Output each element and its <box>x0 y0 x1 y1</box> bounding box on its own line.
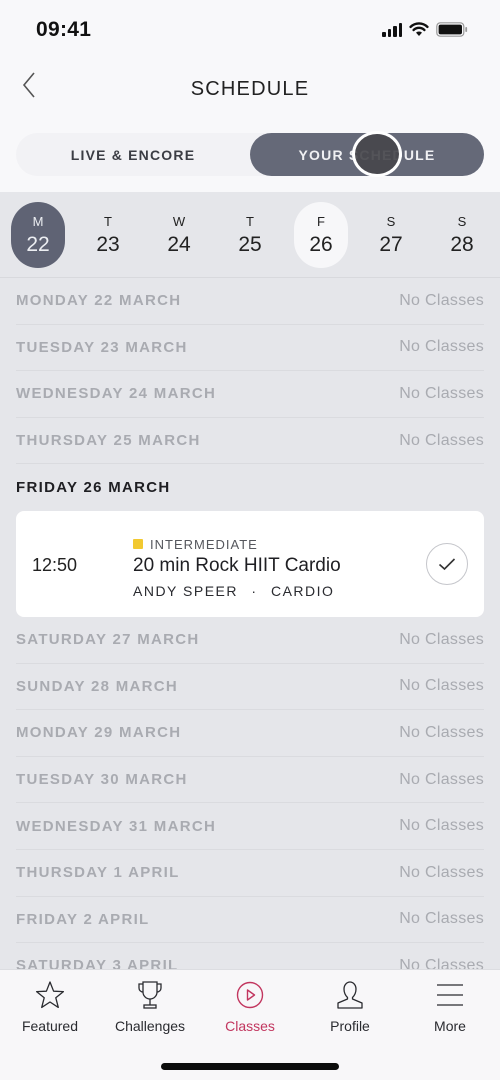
day-row-status: No Classes <box>399 677 484 695</box>
day-letter: M <box>32 214 44 229</box>
day-row-status: No Classes <box>399 910 484 928</box>
day-letter: W <box>172 214 186 229</box>
day-number: 25 <box>238 233 262 256</box>
battery-icon <box>436 22 468 37</box>
day-row: WEDNESDAY 24 MARCH No Classes <box>16 371 484 418</box>
day-26[interactable]: F 26 <box>294 202 348 268</box>
status-icons <box>382 22 468 37</box>
day-number: 26 <box>309 233 333 256</box>
day-row: WEDNESDAY 31 MARCH No Classes <box>16 803 484 850</box>
tab-label: Featured <box>21 1018 79 1034</box>
day-row-date: MONDAY 22 MARCH <box>16 292 182 310</box>
booked-toggle-button[interactable] <box>426 542 468 585</box>
day-row-status: No Classes <box>399 630 484 648</box>
day-row-date: WEDNESDAY 24 MARCH <box>16 385 217 403</box>
day-row: THURSDAY 1 APRIL No Classes <box>16 850 484 897</box>
day-number: 28 <box>450 233 474 256</box>
day-row-date: TUESDAY 30 MARCH <box>16 771 188 789</box>
tab-label: More <box>434 1018 466 1034</box>
day-row-status: No Classes <box>399 431 484 449</box>
signal-icon <box>382 22 402 37</box>
tab-more[interactable]: More <box>400 978 500 1034</box>
wifi-icon <box>409 22 429 36</box>
day-row: SATURDAY 27 MARCH No Classes <box>16 617 484 664</box>
week-strip: M 22 T 23 W 24 T 25 F 26 S 27 S 28 <box>0 192 500 278</box>
day-24[interactable]: W 24 <box>152 202 206 268</box>
checkmark-icon <box>438 558 456 571</box>
day-row-status: No Classes <box>399 291 484 309</box>
class-card[interactable]: 12:50 INTERMEDIATE 20 min Rock HIIT Card… <box>16 510 484 617</box>
day-row: TUESDAY 30 MARCH No Classes <box>16 757 484 804</box>
day-25[interactable]: T 25 <box>223 202 277 268</box>
tab-label: Profile <box>330 1018 370 1034</box>
day-row-date: SUNDAY 28 MARCH <box>16 677 179 695</box>
day-number: 22 <box>26 233 50 256</box>
schedule-list: MONDAY 22 MARCH No Classes TUESDAY 23 MA… <box>0 278 500 990</box>
day-letter: T <box>246 214 254 229</box>
day-row: TUESDAY 23 MARCH No Classes <box>16 325 484 372</box>
tab-classes[interactable]: Classes <box>200 978 300 1034</box>
schedule-segmented-control: LIVE & ENCORE YOUR SCHEDULE <box>16 133 484 176</box>
day-row-status: No Classes <box>399 384 484 402</box>
day-row-date: THURSDAY 1 APRIL <box>16 864 180 882</box>
home-indicator <box>161 1063 339 1070</box>
tab-featured[interactable]: Featured <box>0 978 100 1034</box>
class-category: CARDIO <box>270 582 335 599</box>
tab-profile[interactable]: Profile <box>300 978 400 1034</box>
play-circle-icon <box>236 981 264 1009</box>
day-row-status: No Classes <box>399 817 484 835</box>
day-heading: FRIDAY 26 MARCH <box>16 464 484 511</box>
page-title: SCHEDULE <box>190 78 310 100</box>
day-letter: F <box>317 214 325 229</box>
menu-icon <box>437 984 463 1006</box>
day-heading-date: FRIDAY 26 MARCH <box>16 479 171 497</box>
status-bar: 09:41 <box>0 0 500 60</box>
class-meta: ANDY SPEER · CARDIO <box>133 583 334 599</box>
level-indicator-icon <box>133 539 143 550</box>
day-row-status: No Classes <box>399 863 484 881</box>
day-row-date: MONDAY 29 MARCH <box>16 724 182 742</box>
star-icon <box>35 981 65 1009</box>
day-number: 27 <box>379 233 403 256</box>
tab-your-schedule[interactable]: YOUR SCHEDULE <box>250 133 484 176</box>
day-row: THURSDAY 25 MARCH No Classes <box>16 418 484 465</box>
class-time: 12:50 <box>32 554 78 575</box>
day-row-status: No Classes <box>399 723 484 741</box>
tab-live-encore[interactable]: LIVE & ENCORE <box>16 133 250 176</box>
status-time: 09:41 <box>36 18 92 41</box>
day-letter: S <box>386 214 396 229</box>
day-row: FRIDAY 2 APRIL No Classes <box>16 897 484 944</box>
trophy-icon <box>138 981 162 1009</box>
day-28[interactable]: S 28 <box>435 202 489 268</box>
class-level: INTERMEDIATE <box>133 537 258 552</box>
day-number: 24 <box>167 233 191 256</box>
person-icon <box>337 981 363 1009</box>
day-27[interactable]: S 27 <box>364 202 418 268</box>
meta-separator: · <box>251 582 258 599</box>
tab-label: Challenges <box>114 1018 186 1034</box>
header: SCHEDULE LIVE & ENCORE YOUR SCHEDULE <box>0 60 500 192</box>
class-instructor: ANDY SPEER <box>133 582 238 599</box>
class-level-label: INTERMEDIATE <box>150 536 258 552</box>
tab-label: Classes <box>225 1018 275 1034</box>
day-row-date: FRIDAY 2 APRIL <box>16 910 150 928</box>
day-letter: S <box>457 214 467 229</box>
day-row-status: No Classes <box>399 338 484 356</box>
day-row-date: SATURDAY 27 MARCH <box>16 631 200 649</box>
tab-challenges[interactable]: Challenges <box>100 978 200 1034</box>
day-row-date: WEDNESDAY 31 MARCH <box>16 817 217 835</box>
day-row: SUNDAY 28 MARCH No Classes <box>16 664 484 711</box>
day-row: MONDAY 22 MARCH No Classes <box>16 278 484 325</box>
class-title: 20 min Rock HIIT Cardio <box>133 554 341 576</box>
day-letter: T <box>104 214 112 229</box>
day-row-date: TUESDAY 23 MARCH <box>16 338 188 356</box>
day-number: 23 <box>96 233 120 256</box>
day-22[interactable]: M 22 <box>11 202 65 268</box>
day-23[interactable]: T 23 <box>81 202 135 268</box>
day-row: MONDAY 29 MARCH No Classes <box>16 710 484 757</box>
day-row-date: THURSDAY 25 MARCH <box>16 432 201 450</box>
day-row-status: No Classes <box>399 770 484 788</box>
